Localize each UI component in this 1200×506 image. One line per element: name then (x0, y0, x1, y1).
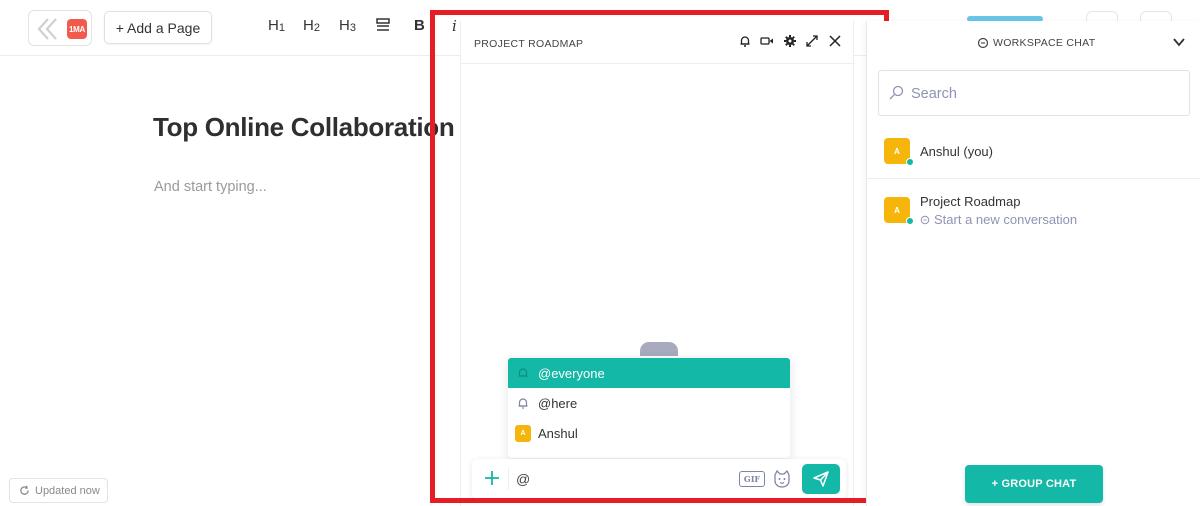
workspace-chat-header[interactable]: WORKSPACE CHAT (867, 21, 1200, 63)
chat-window-header: PROJECT ROADMAP (461, 21, 855, 64)
expand-icon[interactable] (805, 34, 819, 48)
plus-icon[interactable] (481, 467, 503, 489)
bold-button[interactable]: B (414, 17, 425, 34)
heading-2-button[interactable]: H2 (303, 17, 320, 34)
bell-icon (515, 395, 531, 411)
divider (867, 178, 1200, 179)
send-icon (813, 471, 829, 487)
scroll-indicator (640, 342, 678, 356)
send-button[interactable] (802, 464, 840, 494)
save-status-label: Updated now (35, 484, 100, 497)
workspace-chat-title: WORKSPACE CHAT (993, 37, 1096, 49)
collapse-sidebar-button[interactable]: 1MA (28, 10, 92, 46)
mention-option-user[interactable]: A Anshul (508, 418, 790, 448)
chat-window-title: PROJECT ROADMAP (474, 38, 584, 50)
chevron-down-icon[interactable] (1171, 34, 1187, 50)
composer-divider (508, 468, 509, 490)
chat-bubble-icon (920, 215, 930, 224)
double-chevron-left-icon (37, 18, 57, 40)
workspace-logo: 1MA (67, 19, 87, 39)
gear-icon[interactable] (783, 34, 797, 48)
message-composer: GIF (472, 459, 846, 499)
conversation-subtitle-label: Start a new conversation (934, 212, 1078, 227)
message-input[interactable] (516, 467, 732, 491)
close-icon[interactable] (828, 34, 842, 48)
mention-suggestions: @everyone @here A Anshul (508, 358, 790, 458)
conversation-name: Anshul (you) (920, 144, 993, 159)
italic-button[interactable]: i (452, 17, 457, 35)
mention-option-label: Anshul (538, 425, 578, 441)
add-page-button[interactable]: + Add a Page (104, 11, 212, 44)
bell-icon (515, 365, 531, 381)
project-chat-window: PROJECT ROADMAP @everyone @here A Anshul… (460, 21, 855, 506)
avatar: A (515, 424, 531, 442)
conversation-subtitle: Start a new conversation (920, 212, 1077, 227)
emoji-icon[interactable] (772, 469, 792, 489)
group-chat-button[interactable]: + GROUP CHAT (965, 465, 1103, 503)
save-status: Updated now (9, 478, 108, 503)
search-field[interactable] (878, 70, 1190, 116)
video-camera-icon[interactable] (760, 34, 774, 48)
document-body-placeholder[interactable]: And start typing... (154, 179, 267, 195)
bell-icon[interactable] (738, 34, 752, 48)
search-input[interactable] (911, 83, 1181, 105)
conversation-item[interactable]: A Anshul (you) (867, 131, 1200, 179)
heading-3-button[interactable]: H3 (339, 17, 356, 34)
gif-button[interactable]: GIF (739, 471, 765, 487)
mention-option-here[interactable]: @here (508, 388, 790, 418)
online-status-dot (906, 217, 914, 225)
conversation-name: Project Roadmap (920, 194, 1021, 209)
chat-bubble-icon (977, 37, 989, 49)
refresh-icon (20, 485, 29, 495)
search-icon (889, 85, 904, 100)
block-icon[interactable] (376, 18, 390, 32)
mention-option-everyone[interactable]: @everyone (508, 358, 790, 388)
conversation-item[interactable]: A Project Roadmap Start a new conversati… (867, 186, 1200, 234)
mention-option-label: @here (538, 395, 578, 411)
heading-1-button[interactable]: H1 (268, 17, 285, 34)
mention-option-label: @everyone (538, 365, 605, 381)
online-status-dot (906, 158, 914, 166)
workspace-chat-panel: WORKSPACE CHAT A Anshul (you) A Project … (866, 21, 1200, 506)
document-title[interactable]: Top Online Collaboration (153, 112, 455, 143)
